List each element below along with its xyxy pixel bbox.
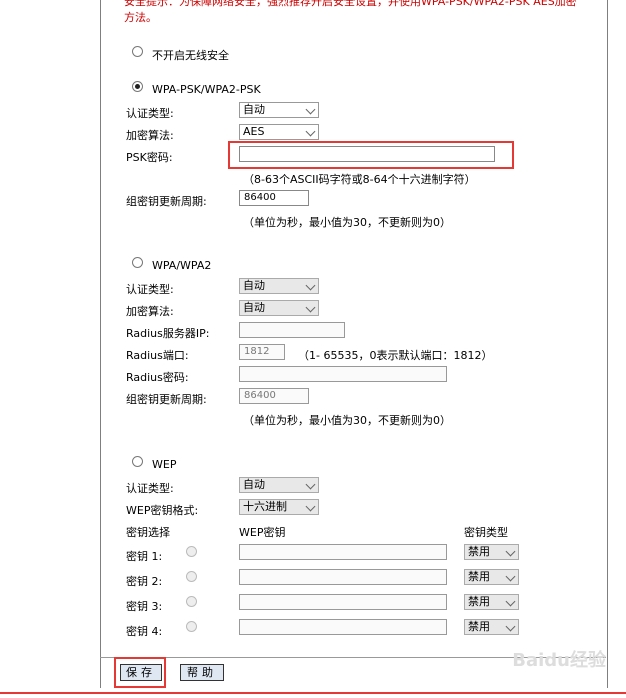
wep-key2-input[interactable] <box>239 569 447 585</box>
no-security-radio[interactable] <box>132 46 143 57</box>
chevron-down-icon <box>505 621 516 632</box>
wpa-enc-label: 加密算法: <box>126 305 174 318</box>
wep-auth-select[interactable]: 自动 <box>239 477 319 493</box>
wep-label: WEP <box>152 458 177 471</box>
wep-col-select: 密钥选择 <box>126 526 170 539</box>
wep-key2-type-value: 禁用 <box>468 570 490 583</box>
chevron-down-icon <box>505 596 516 607</box>
psk-hint: （8-63个ASCII码字符或8-64个十六进制字符） <box>243 173 476 186</box>
chevron-down-icon <box>505 571 516 582</box>
radius-port-hint: （1- 65535，0表示默认端口：1812） <box>298 349 493 362</box>
radius-password-input[interactable] <box>239 366 447 382</box>
wep-key4-input[interactable] <box>239 619 447 635</box>
no-security-label: 不开启无线安全 <box>152 49 229 62</box>
wep-radio[interactable] <box>132 456 143 467</box>
psk-password-highlight <box>228 141 514 169</box>
chevron-down-icon <box>505 546 516 557</box>
wep-key3-radio[interactable] <box>186 596 197 607</box>
radius-port-input[interactable]: 1812 <box>239 344 285 360</box>
wpa-psk-auth-select[interactable]: 自动 <box>239 102 319 118</box>
wpa-psk-auth-label: 认证类型: <box>126 107 174 120</box>
radius-ip-label: Radius服务器IP: <box>126 327 210 340</box>
wep-key1-label: 密钥 1: <box>126 550 163 563</box>
save-button-highlight <box>114 657 166 688</box>
wpa-enc-select[interactable]: 自动 <box>239 300 319 316</box>
help-button[interactable]: 帮助 <box>180 664 224 681</box>
wep-key2-type-select[interactable]: 禁用 <box>464 569 519 585</box>
wpa-psk-enc-value: AES <box>243 125 265 138</box>
wpa-psk-radio[interactable] <box>132 81 143 92</box>
chevron-down-icon <box>305 501 316 512</box>
wpa-period-hint: （单位为秒，最小值为30，不更新则为0） <box>243 414 451 427</box>
wep-auth-value: 自动 <box>243 478 265 491</box>
bottom-red-line <box>0 692 626 694</box>
wep-key4-type-value: 禁用 <box>468 620 490 633</box>
wpa-auth-value: 自动 <box>243 279 265 292</box>
wep-key1-radio[interactable] <box>186 546 197 557</box>
chevron-down-icon <box>305 280 316 291</box>
radius-password-label: Radius密码: <box>126 371 189 384</box>
wep-format-select[interactable]: 十六进制 <box>239 499 319 515</box>
wpa-psk-enc-label: 加密算法: <box>126 129 174 142</box>
wep-auth-label: 认证类型: <box>126 482 174 495</box>
wep-key4-radio[interactable] <box>186 621 197 632</box>
watermark-logo: Baidu经验 <box>512 650 606 671</box>
wpa-psk-enc-select[interactable]: AES <box>239 124 319 140</box>
wep-format-value: 十六进制 <box>243 500 287 513</box>
wpa-period-input[interactable]: 86400 <box>239 388 309 404</box>
wpa-enc-value: 自动 <box>243 301 265 314</box>
wpa-auth-label: 认证类型: <box>126 283 174 296</box>
wpa-psk-period-input[interactable]: 86400 <box>239 190 309 206</box>
wep-key4-type-select[interactable]: 禁用 <box>464 619 519 635</box>
radius-port-label: Radius端口: <box>126 349 189 362</box>
chevron-down-icon <box>305 104 316 115</box>
wpa-psk-period-label: 组密钥更新周期: <box>126 195 207 208</box>
wep-key1-input[interactable] <box>239 544 447 560</box>
wep-format-label: WEP密钥格式: <box>126 504 199 517</box>
wpa-psk-auth-value: 自动 <box>243 103 265 116</box>
wpa-auth-select[interactable]: 自动 <box>239 278 319 294</box>
wep-col-type: 密钥类型 <box>464 526 508 539</box>
psk-password-label: PSK密码: <box>126 151 173 164</box>
wpa-label: WPA/WPA2 <box>152 259 212 272</box>
wep-key2-label: 密钥 2: <box>126 575 163 588</box>
wep-key1-type-value: 禁用 <box>468 545 490 558</box>
radius-ip-input[interactable] <box>239 322 345 338</box>
wpa-period-label: 组密钥更新周期: <box>126 393 207 406</box>
wpa-psk-label: WPA-PSK/WPA2-PSK <box>152 83 261 96</box>
wpa-psk-period-hint: （单位为秒，最小值为30，不更新则为0） <box>243 216 451 229</box>
wep-key3-type-select[interactable]: 禁用 <box>464 594 519 610</box>
wep-key3-label: 密钥 3: <box>126 600 163 613</box>
wep-key1-type-select[interactable]: 禁用 <box>464 544 519 560</box>
wep-key3-type-value: 禁用 <box>468 595 490 608</box>
wep-col-key: WEP密钥 <box>239 526 286 539</box>
wpa-radio[interactable] <box>132 257 143 268</box>
chevron-down-icon <box>305 126 316 137</box>
chevron-down-icon <box>305 302 316 313</box>
chevron-down-icon <box>305 479 316 490</box>
wep-key3-input[interactable] <box>239 594 447 610</box>
wep-key2-radio[interactable] <box>186 571 197 582</box>
wep-key4-label: 密钥 4: <box>126 625 163 638</box>
security-tip: 安全提示：为保障网络安全，强烈推荐开启安全设置，并使用WPA-PSK/WPA2-… <box>124 0 577 24</box>
